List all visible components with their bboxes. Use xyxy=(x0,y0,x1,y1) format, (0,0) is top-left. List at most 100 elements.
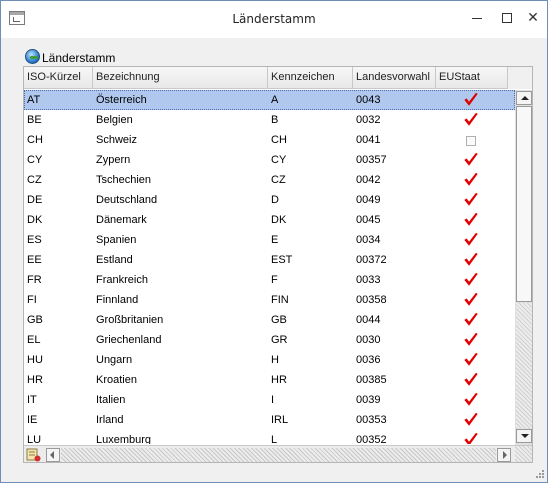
column-header-vorwahl[interactable]: Landesvorwahl xyxy=(353,67,436,88)
table-row[interactable]: IE Irland IRL 00353 xyxy=(24,410,515,430)
cell-kennzeichen: GR xyxy=(271,334,288,346)
cell-kennzeichen: D xyxy=(271,194,279,206)
table-row[interactable]: HU Ungarn H 0036 xyxy=(24,350,515,370)
scroll-down-button[interactable] xyxy=(516,429,532,443)
cell-vorwahl: 0044 xyxy=(356,314,381,326)
cell-vorwahl: 00357 xyxy=(356,154,387,166)
table-footer xyxy=(24,445,532,462)
cell-vorwahl: 00353 xyxy=(356,414,387,426)
table-row[interactable]: AT Österreich A 0043 xyxy=(24,90,515,110)
eu-checkbox-checked[interactable] xyxy=(464,213,478,227)
table-row[interactable]: EL Griechenland GR 0030 xyxy=(24,330,515,350)
table-row[interactable]: EE Estland EST 00372 xyxy=(24,250,515,270)
table-row[interactable]: LU Luxemburg L 00352 xyxy=(24,430,515,444)
cell-vorwahl: 00352 xyxy=(356,434,387,444)
cell-name: Ungarn xyxy=(96,354,133,366)
cell-name: Dänemark xyxy=(96,214,147,226)
table-row[interactable]: FI Finnland FIN 00358 xyxy=(24,290,515,310)
cell-name: Großbritanien xyxy=(96,314,164,326)
table-row[interactable]: GB Großbritanien GB 0044 xyxy=(24,310,515,330)
eu-checkbox-checked[interactable] xyxy=(464,113,478,127)
eu-checkbox-checked[interactable] xyxy=(464,253,478,267)
table-row[interactable]: BE Belgien B 0032 xyxy=(24,110,515,130)
eu-checkbox-checked[interactable] xyxy=(464,433,478,444)
edit-record-icon[interactable] xyxy=(26,447,41,462)
checkmark-icon xyxy=(464,153,478,166)
cell-vorwahl: 0034 xyxy=(356,234,381,246)
cell-kennzeichen: HR xyxy=(271,374,287,386)
eu-checkbox-checked[interactable] xyxy=(464,293,478,307)
cell-vorwahl: 0030 xyxy=(356,334,381,346)
checkmark-icon xyxy=(464,313,478,326)
cell-kennzeichen: CH xyxy=(271,134,287,146)
table-row[interactable]: CH Schweiz CH 0041 xyxy=(24,130,515,150)
table-row[interactable]: ES Spanien E 0034 xyxy=(24,230,515,250)
header-filler xyxy=(508,67,532,89)
eu-checkbox-checked[interactable] xyxy=(464,333,478,347)
checkmark-icon xyxy=(464,233,478,246)
scroll-track[interactable] xyxy=(516,303,532,428)
column-header-kennzeichen[interactable]: Kennzeichen xyxy=(268,67,353,88)
eu-checkbox-checked[interactable] xyxy=(464,193,478,207)
cell-kennzeichen: B xyxy=(271,114,279,126)
title-bar[interactable]: Länderstamm ✕ xyxy=(1,1,547,38)
eu-checkbox-checked[interactable] xyxy=(464,353,478,367)
cell-name: Griechenland xyxy=(96,334,162,346)
table-row[interactable]: CY Zypern CY 00357 xyxy=(24,150,515,170)
scroll-left-button[interactable] xyxy=(46,448,60,462)
scroll-thumb[interactable] xyxy=(516,106,532,302)
eu-checkbox-checked[interactable] xyxy=(464,313,478,327)
checkmark-icon xyxy=(464,393,478,406)
cell-kennzeichen: I xyxy=(271,394,275,406)
table-row[interactable]: DE Deutschland D 0049 xyxy=(24,190,515,210)
cell-name: Kroatien xyxy=(96,374,137,386)
scroll-right-button[interactable] xyxy=(497,448,511,462)
globe-icon xyxy=(25,49,40,64)
table-row[interactable]: HR Kroatien HR 00385 xyxy=(24,370,515,390)
resize-grip[interactable] xyxy=(533,469,545,481)
cell-kennzeichen: GB xyxy=(271,314,287,326)
country-table: ISO-Kürzel Bezeichnung Kennzeichen Lande… xyxy=(23,66,533,463)
eu-checkbox-checked[interactable] xyxy=(464,393,478,407)
cell-name: Frankreich xyxy=(96,274,148,286)
scroll-up-button[interactable] xyxy=(516,91,532,105)
eu-checkbox-checked[interactable] xyxy=(464,153,478,167)
cell-name: Belgien xyxy=(96,114,133,126)
cell-iso: CY xyxy=(27,154,43,166)
cell-name: Irland xyxy=(96,414,124,426)
eu-checkbox-checked[interactable] xyxy=(464,413,478,427)
table-row[interactable]: FR Frankreich F 0033 xyxy=(24,270,515,290)
table-row[interactable]: DK Dänemark DK 0045 xyxy=(24,210,515,230)
eu-checkbox-unchecked[interactable] xyxy=(466,136,476,146)
checkmark-icon xyxy=(464,373,478,386)
cell-name: Luxemburg xyxy=(96,434,152,444)
cell-vorwahl: 0045 xyxy=(356,214,381,226)
cell-iso: ES xyxy=(27,234,42,246)
cell-vorwahl: 0041 xyxy=(356,134,381,146)
cell-iso: AT xyxy=(27,94,41,106)
table-row[interactable]: CZ Tschechien CZ 0042 xyxy=(24,170,515,190)
close-button[interactable]: ✕ xyxy=(519,5,547,31)
eu-checkbox-checked[interactable] xyxy=(464,93,478,107)
cell-name: Schweiz xyxy=(96,134,137,146)
checkmark-icon xyxy=(464,93,478,106)
eu-checkbox-checked[interactable] xyxy=(464,373,478,387)
vertical-scrollbar[interactable] xyxy=(515,90,532,445)
maximize-button[interactable] xyxy=(493,5,521,31)
cell-kennzeichen: E xyxy=(271,234,279,246)
cell-iso: BE xyxy=(27,114,42,126)
column-header-eustaat[interactable]: EUStaat xyxy=(436,67,508,88)
column-header-iso[interactable]: ISO-Kürzel xyxy=(24,67,93,88)
window: Länderstamm ✕ Länderstamm ISO-Kürzel Bez… xyxy=(0,0,548,483)
cell-kennzeichen: F xyxy=(271,274,278,286)
close-icon: ✕ xyxy=(527,10,539,26)
column-header-name[interactable]: Bezeichnung xyxy=(93,67,268,88)
cell-iso: HU xyxy=(27,354,43,366)
minimize-button[interactable] xyxy=(463,5,491,31)
eu-checkbox-checked[interactable] xyxy=(464,233,478,247)
horizontal-scroll-track[interactable] xyxy=(61,448,496,462)
table-row[interactable]: IT Italien I 0039 xyxy=(24,390,515,410)
cell-iso: GB xyxy=(27,314,43,326)
eu-checkbox-checked[interactable] xyxy=(464,273,478,287)
eu-checkbox-checked[interactable] xyxy=(464,173,478,187)
